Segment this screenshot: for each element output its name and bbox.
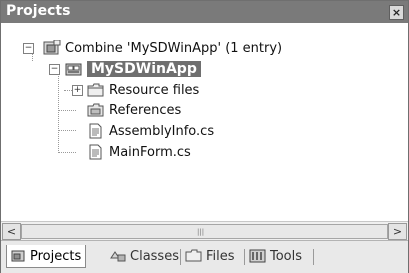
tree-connector — [58, 130, 76, 131]
tab-label: Projects — [30, 248, 82, 264]
tree-item-combine[interactable]: Combine 'MySDWinApp' (1 entry) — [43, 38, 282, 58]
tab-label: Files — [206, 248, 235, 264]
collapse-expander[interactable]: − — [49, 64, 60, 75]
tree-item-references[interactable]: References — [87, 100, 181, 120]
scroll-left-button[interactable]: < — [2, 223, 21, 240]
grip-icon: ||| — [197, 228, 205, 236]
tab-separator — [313, 249, 314, 265]
collapse-expander[interactable]: − — [23, 43, 34, 54]
tab-classes[interactable]: Classes — [109, 245, 179, 267]
panel-tab-strip: Projects Classes Files Tools — [1, 240, 408, 273]
tab-tools[interactable]: Tools — [249, 245, 302, 267]
tree-item-mainform[interactable]: MainForm.cs — [87, 142, 191, 162]
tree-item-label-selected: MySDWinApp — [87, 61, 201, 77]
tree-connector — [58, 110, 76, 111]
tree-item-label: AssemblyInfo.cs — [109, 123, 215, 139]
tab-projects[interactable]: Projects — [6, 245, 87, 268]
folder-icon — [87, 83, 104, 97]
panel-title-bar: Projects × — [1, 1, 408, 23]
tree-item-assemblyinfo[interactable]: AssemblyInfo.cs — [87, 121, 214, 141]
projects-tab-icon — [11, 250, 25, 262]
project-icon — [65, 63, 82, 76]
scroll-thumb[interactable]: ||| — [21, 224, 388, 239]
files-tab-icon — [185, 249, 202, 262]
file-icon — [89, 144, 102, 160]
tab-label: Tools — [270, 248, 303, 264]
tools-tab-icon — [249, 249, 266, 263]
tree-item-resource-files[interactable]: Resource files — [87, 80, 199, 100]
horizontal-scrollbar[interactable]: < ||| > — [1, 221, 408, 240]
scroll-right-button[interactable]: > — [388, 223, 407, 240]
panel-title: Projects — [6, 3, 71, 19]
close-button[interactable]: × — [389, 5, 404, 20]
tab-label: Classes — [130, 248, 179, 264]
file-icon — [89, 123, 102, 139]
tree-item-label: References — [109, 102, 182, 118]
tree-item-project[interactable]: MySDWinApp — [65, 59, 201, 79]
tree-item-label: Combine 'MySDWinApp' (1 entry) — [65, 40, 283, 56]
tree-item-label: Resource files — [109, 82, 200, 98]
tab-files[interactable]: Files — [185, 245, 235, 267]
references-folder-icon — [87, 103, 104, 117]
tab-separator — [244, 249, 245, 265]
expand-expander[interactable]: + — [72, 85, 83, 96]
tree-item-label: MainForm.cs — [109, 144, 191, 160]
tree-connector — [58, 69, 59, 153]
tab-separator — [180, 249, 181, 265]
project-tree: − Combine 'MySDWinApp' (1 entry) − MySDW… — [1, 23, 408, 221]
combine-icon — [43, 40, 61, 55]
tree-connector — [58, 152, 76, 153]
projects-panel: Projects × − Combine 'MySDWinApp' (1 ent… — [0, 0, 409, 273]
classes-tab-icon — [110, 251, 126, 262]
